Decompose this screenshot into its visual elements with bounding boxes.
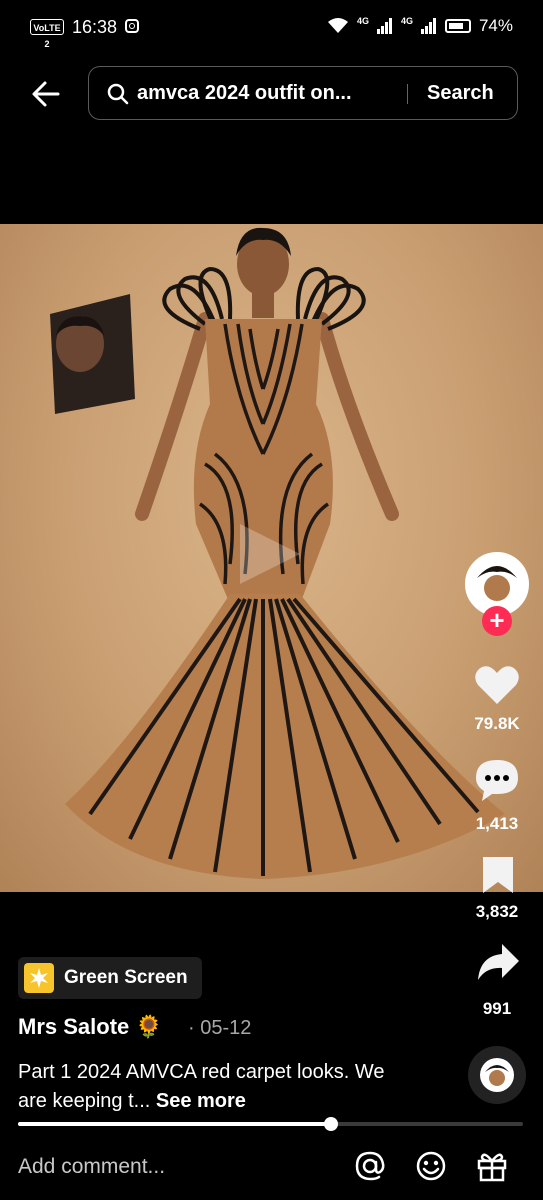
post-date: · 05-12 [188, 1017, 252, 1039]
comment-count: 1,413 [475, 814, 519, 833]
search-query[interactable]: amvca 2024 outfit on... [137, 82, 352, 105]
music-disc[interactable] [468, 1046, 526, 1104]
heart-icon[interactable] [474, 664, 520, 706]
music-cover-icon [480, 1058, 514, 1092]
wifi-icon [327, 18, 348, 33]
search-divider [407, 84, 408, 104]
mention-icon[interactable] [354, 1150, 386, 1182]
author-name[interactable]: Mrs Salote 🌻 [18, 1014, 163, 1040]
share-count: 991 [482, 999, 512, 1018]
green-screen-effect-icon [24, 963, 54, 993]
see-more-link[interactable]: See more [156, 1090, 246, 1112]
search-bar[interactable]: amvca 2024 outfit on... Search [88, 66, 518, 120]
creator-overlay [50, 294, 135, 414]
save-count: 3,832 [475, 902, 519, 921]
signal-1-icon [376, 18, 392, 34]
signal-2-icon [420, 18, 436, 34]
share-icon[interactable] [476, 942, 520, 982]
progress-fill [18, 1122, 332, 1126]
video-player[interactable] [0, 224, 543, 892]
caption[interactable]: Part 1 2024 AMVCA red carpet looks. We a… [18, 1058, 418, 1116]
comment-icon[interactable] [474, 758, 520, 802]
video-progress-bar[interactable] [18, 1117, 523, 1131]
clock: 16:38 [72, 17, 118, 37]
battery-icon [444, 19, 471, 33]
bookmark-icon[interactable] [481, 855, 515, 895]
status-bar: VoLTE 2 16:38 4G 4G 74% [0, 0, 543, 56]
effect-label: Green Screen [64, 967, 188, 988]
search-button[interactable]: Search [427, 82, 494, 105]
like-count: 79.8K [474, 714, 520, 733]
volte-indicator: VoLTE 2 [30, 19, 64, 49]
effect-chip[interactable]: Green Screen [18, 957, 202, 999]
video-frame [50, 227, 505, 879]
comment-bar[interactable]: Add comment... [0, 1140, 543, 1200]
gift-icon[interactable] [476, 1149, 508, 1183]
network-2-label: 4G [400, 16, 413, 26]
instagram-notification-icon [125, 19, 139, 33]
battery-percent: 74% [478, 16, 513, 35]
progress-handle[interactable] [324, 1117, 339, 1131]
emoji-icon[interactable] [415, 1150, 447, 1182]
network-1-label: 4G [356, 16, 369, 26]
search-icon [107, 83, 129, 105]
add-comment-input[interactable]: Add comment... [18, 1155, 165, 1179]
system-icons: 4G 4G 74% [327, 16, 513, 36]
back-arrow-icon[interactable] [30, 78, 62, 110]
follow-plus-button[interactable]: + [482, 606, 512, 636]
